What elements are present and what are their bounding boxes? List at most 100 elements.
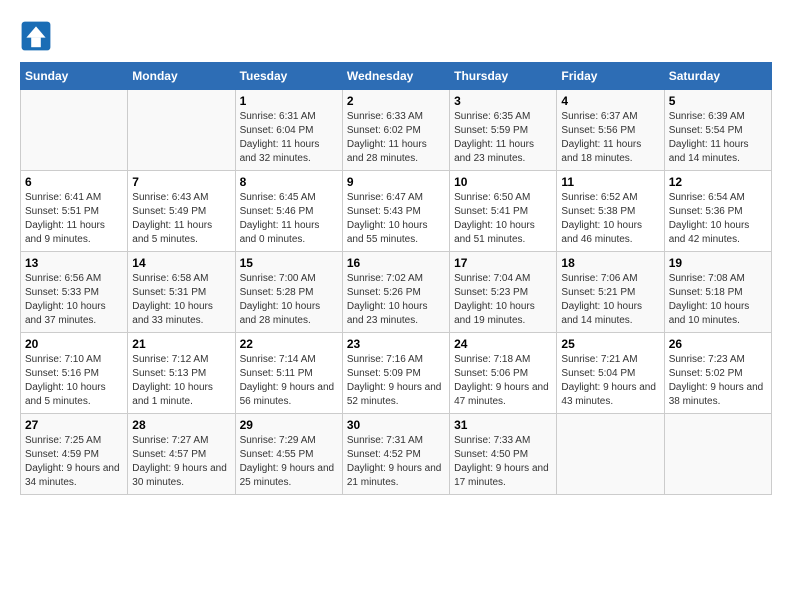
day-number: 15 (240, 256, 338, 270)
day-info: Sunrise: 7:14 AM Sunset: 5:11 PM Dayligh… (240, 353, 338, 409)
week-row-3: 13 Sunrise: 6:56 AM Sunset: 5:33 PM Dayli… (21, 252, 772, 333)
day-info: Sunrise: 7:00 AM Sunset: 5:28 PM Dayligh… (240, 272, 338, 328)
calendar-cell: 22Sunrise: 7:14 AM Sunset: 5:11 PM Dayli… (235, 333, 342, 414)
day-info: Sunrise: 7:23 AM Sunset: 5:02 PM Dayligh… (669, 353, 767, 409)
day-info: Sunrise: 6:37 AM Sunset: 5:56 PM Dayligh… (561, 110, 659, 166)
week-row-5: 27 Sunrise: 7:25 AM Sunset: 4:59 PM Dayli… (21, 414, 772, 495)
day-number: 30 (347, 418, 445, 432)
day-number: 29 (240, 418, 338, 432)
calendar-cell: 28 Sunrise: 7:27 AM Sunset: 4:57 PM Dayli… (128, 414, 235, 495)
weekday-friday: Friday (557, 63, 664, 90)
day-info: Sunrise: 6:47 AM Sunset: 5:43 PM Dayligh… (347, 191, 445, 247)
calendar-cell: 1 Sunrise: 6:31 AM Sunset: 6:04 PM Daylig… (235, 90, 342, 171)
weekday-wednesday: Wednesday (342, 63, 449, 90)
calendar-cell: 26 Sunrise: 7:23 AM Sunset: 5:02 PM Dayli… (664, 333, 771, 414)
day-number: 23 (347, 337, 445, 351)
week-row-2: 6 Sunrise: 6:41 AM Sunset: 5:51 PM Daylig… (21, 171, 772, 252)
weekday-saturday: Saturday (664, 63, 771, 90)
day-number: 14 (132, 256, 230, 270)
day-info: Sunrise: 6:41 AM Sunset: 5:51 PM Dayligh… (25, 191, 123, 247)
day-number: 31 (454, 418, 552, 432)
calendar-cell: 5 Sunrise: 6:39 AM Sunset: 5:54 PM Daylig… (664, 90, 771, 171)
day-info: Sunrise: 7:12 AM Sunset: 5:13 PM Dayligh… (132, 353, 230, 409)
day-info: Sunrise: 6:52 AM Sunset: 5:38 PM Dayligh… (561, 191, 659, 247)
day-number: 9 (347, 175, 445, 189)
day-info: Sunrise: 7:04 AM Sunset: 5:23 PM Dayligh… (454, 272, 552, 328)
day-info: Sunrise: 7:21 AM Sunset: 5:04 PM Dayligh… (561, 353, 659, 409)
calendar-cell: 15 Sunrise: 7:00 AM Sunset: 5:28 PM Dayli… (235, 252, 342, 333)
day-info: Sunrise: 7:33 AM Sunset: 4:50 PM Dayligh… (454, 434, 552, 490)
day-number: 6 (25, 175, 123, 189)
calendar-cell: 13 Sunrise: 6:56 AM Sunset: 5:33 PM Dayli… (21, 252, 128, 333)
day-info: Sunrise: 7:27 AM Sunset: 4:57 PM Dayligh… (132, 434, 230, 490)
day-number: 7 (132, 175, 230, 189)
calendar-cell: 14 Sunrise: 6:58 AM Sunset: 5:31 PM Dayli… (128, 252, 235, 333)
calendar-cell: 31 Sunrise: 7:33 AM Sunset: 4:50 PM Dayli… (450, 414, 557, 495)
calendar-cell: 3Sunrise: 6:35 AM Sunset: 5:59 PM Daylig… (450, 90, 557, 171)
weekday-row: SundayMondayTuesdayWednesdayThursdayFrid… (21, 63, 772, 90)
weekday-tuesday: Tuesday (235, 63, 342, 90)
day-number: 13 (25, 256, 123, 270)
calendar-cell: 30 Sunrise: 7:31 AM Sunset: 4:52 PM Dayli… (342, 414, 449, 495)
day-number: 3 (454, 94, 552, 108)
calendar-cell: 20 Sunrise: 7:10 AM Sunset: 5:16 PM Dayli… (21, 333, 128, 414)
day-number: 28 (132, 418, 230, 432)
calendar-cell: 21 Sunrise: 7:12 AM Sunset: 5:13 PM Dayli… (128, 333, 235, 414)
day-info: Sunrise: 7:31 AM Sunset: 4:52 PM Dayligh… (347, 434, 445, 490)
day-info: Sunrise: 7:16 AM Sunset: 5:09 PM Dayligh… (347, 353, 445, 409)
calendar-cell: 12 Sunrise: 6:54 AM Sunset: 5:36 PM Dayli… (664, 171, 771, 252)
day-info: Sunrise: 6:39 AM Sunset: 5:54 PM Dayligh… (669, 110, 767, 166)
calendar-cell: 4 Sunrise: 6:37 AM Sunset: 5:56 PM Daylig… (557, 90, 664, 171)
day-number: 27 (25, 418, 123, 432)
calendar-cell: 2 Sunrise: 6:33 AM Sunset: 6:02 PM Daylig… (342, 90, 449, 171)
calendar-cell: 19Sunrise: 7:08 AM Sunset: 5:18 PM Dayli… (664, 252, 771, 333)
day-info: Sunrise: 6:50 AM Sunset: 5:41 PM Dayligh… (454, 191, 552, 247)
day-info: Sunrise: 6:33 AM Sunset: 6:02 PM Dayligh… (347, 110, 445, 166)
day-number: 5 (669, 94, 767, 108)
calendar-cell: 27 Sunrise: 7:25 AM Sunset: 4:59 PM Dayli… (21, 414, 128, 495)
day-number: 26 (669, 337, 767, 351)
day-number: 25 (561, 337, 659, 351)
day-info: Sunrise: 7:25 AM Sunset: 4:59 PM Dayligh… (25, 434, 123, 490)
calendar-cell: 9 Sunrise: 6:47 AM Sunset: 5:43 PM Daylig… (342, 171, 449, 252)
calendar-cell: 8Sunrise: 6:45 AM Sunset: 5:46 PM Daylig… (235, 171, 342, 252)
day-number: 12 (669, 175, 767, 189)
day-info: Sunrise: 6:58 AM Sunset: 5:31 PM Dayligh… (132, 272, 230, 328)
day-number: 21 (132, 337, 230, 351)
calendar-cell: 11 Sunrise: 6:52 AM Sunset: 5:38 PM Dayli… (557, 171, 664, 252)
day-info: Sunrise: 6:31 AM Sunset: 6:04 PM Dayligh… (240, 110, 338, 166)
calendar-cell (557, 414, 664, 495)
day-number: 4 (561, 94, 659, 108)
day-number: 1 (240, 94, 338, 108)
day-number: 16 (347, 256, 445, 270)
weekday-thursday: Thursday (450, 63, 557, 90)
calendar-cell: 25 Sunrise: 7:21 AM Sunset: 5:04 PM Dayli… (557, 333, 664, 414)
day-number: 2 (347, 94, 445, 108)
day-number: 17 (454, 256, 552, 270)
day-number: 11 (561, 175, 659, 189)
day-number: 18 (561, 256, 659, 270)
day-info: Sunrise: 6:54 AM Sunset: 5:36 PM Dayligh… (669, 191, 767, 247)
week-row-4: 20 Sunrise: 7:10 AM Sunset: 5:16 PM Dayli… (21, 333, 772, 414)
day-info: Sunrise: 6:43 AM Sunset: 5:49 PM Dayligh… (132, 191, 230, 247)
logo-icon (20, 20, 52, 52)
day-number: 19 (669, 256, 767, 270)
page-header (20, 20, 772, 52)
day-info: Sunrise: 6:45 AM Sunset: 5:46 PM Dayligh… (240, 191, 338, 247)
weekday-sunday: Sunday (21, 63, 128, 90)
day-info: Sunrise: 7:10 AM Sunset: 5:16 PM Dayligh… (25, 353, 123, 409)
calendar-cell: 16 Sunrise: 7:02 AM Sunset: 5:26 PM Dayli… (342, 252, 449, 333)
day-number: 10 (454, 175, 552, 189)
weekday-monday: Monday (128, 63, 235, 90)
day-info: Sunrise: 7:18 AM Sunset: 5:06 PM Dayligh… (454, 353, 552, 409)
day-number: 20 (25, 337, 123, 351)
day-info: Sunrise: 7:06 AM Sunset: 5:21 PM Dayligh… (561, 272, 659, 328)
calendar-cell (128, 90, 235, 171)
week-row-1: 1 Sunrise: 6:31 AM Sunset: 6:04 PM Daylig… (21, 90, 772, 171)
day-info: Sunrise: 7:02 AM Sunset: 5:26 PM Dayligh… (347, 272, 445, 328)
calendar-cell: 23 Sunrise: 7:16 AM Sunset: 5:09 PM Dayli… (342, 333, 449, 414)
calendar-header: SundayMondayTuesdayWednesdayThursdayFrid… (21, 63, 772, 90)
day-info: Sunrise: 6:56 AM Sunset: 5:33 PM Dayligh… (25, 272, 123, 328)
day-number: 24 (454, 337, 552, 351)
calendar-cell: 29Sunrise: 7:29 AM Sunset: 4:55 PM Dayli… (235, 414, 342, 495)
